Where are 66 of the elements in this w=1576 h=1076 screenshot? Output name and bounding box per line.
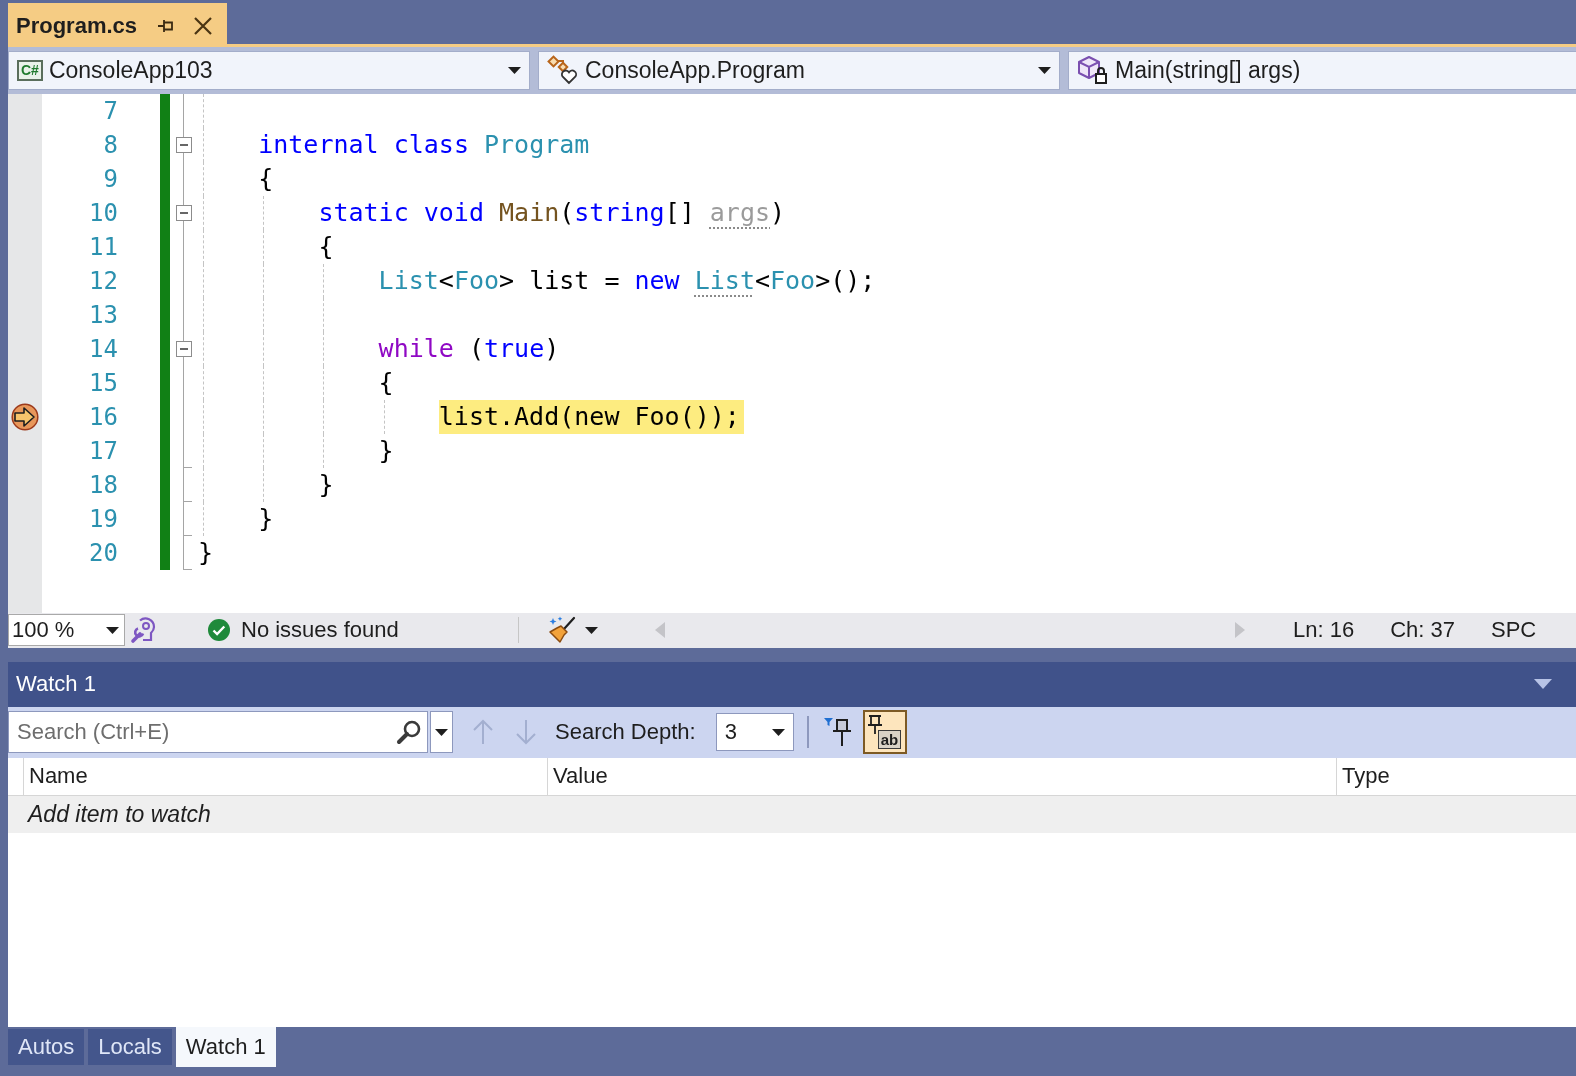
column-header: Type [1342, 763, 1390, 790]
collapse-icon[interactable] [175, 204, 192, 221]
line-number: 9 [103, 164, 118, 193]
broom-icon [547, 616, 577, 645]
add-watch-row[interactable]: Add item to watch [8, 795, 1576, 833]
line-number: 13 [89, 300, 118, 329]
panel-title: Watch 1 [16, 671, 96, 698]
zoom-dropdown[interactable]: 100 % [8, 614, 125, 647]
class-icon [547, 55, 579, 86]
line-number: 15 [89, 368, 118, 397]
collapse-icon[interactable] [175, 340, 192, 357]
indentation-mode[interactable]: SPC [1491, 617, 1537, 644]
caret-icon[interactable] [1038, 66, 1051, 74]
check-circle-icon [207, 618, 231, 643]
panel-tab[interactable]: Autos [8, 1029, 85, 1065]
language-badge: C# [17, 59, 43, 81]
code-line: } [258, 502, 274, 535]
column-position: Ch: 37 [1390, 617, 1455, 644]
cube-lock-icon [1077, 55, 1109, 86]
close-icon[interactable] [193, 16, 214, 36]
caret-icon[interactable] [585, 626, 598, 634]
line-number: 8 [103, 130, 118, 159]
search-icon[interactable] [396, 719, 422, 746]
code-line: } [198, 536, 214, 569]
code-line: while (true) [378, 332, 560, 365]
line-number: 18 [89, 470, 118, 499]
line-number: 10 [89, 198, 118, 227]
search-options-button[interactable] [430, 711, 453, 754]
code-line: static void Main(string[] args) [318, 196, 786, 229]
column-header: Name [29, 763, 88, 790]
code-line: { [318, 230, 334, 263]
search-field[interactable]: Search (Ctrl+E) [8, 711, 428, 754]
line-number: 16 [89, 402, 118, 431]
navigation-dropdown[interactable]: Main(string[] args) [1068, 50, 1576, 90]
code-line: } [318, 468, 334, 501]
pin-icon [866, 715, 883, 736]
code-line: { [378, 366, 394, 399]
code-line: { [258, 162, 274, 195]
navigation-dropdown[interactable]: ConsoleApp.Program [538, 50, 1060, 90]
line-number: 19 [89, 504, 118, 533]
line-number: 17 [89, 436, 118, 465]
caret-icon[interactable] [771, 728, 785, 736]
line-position: Ln: 16 [1293, 617, 1355, 644]
caret-icon[interactable] [435, 728, 448, 736]
line-number: 12 [89, 266, 118, 295]
pin-filter-icon [823, 717, 852, 748]
document-tab[interactable]: Program.cs [8, 3, 228, 44]
pin-text-toggle[interactable]: ab [862, 710, 907, 755]
collapse-icon[interactable] [175, 136, 192, 153]
code-line: List<Foo> list = new List<Foo>(); [378, 264, 876, 297]
navigation-dropdown[interactable]: C# ConsoleApp103 [8, 50, 530, 90]
column-header: Value [553, 763, 608, 790]
code-line: internal class Program [258, 128, 590, 161]
caret-icon[interactable] [508, 66, 521, 74]
code-line: } [378, 434, 394, 467]
panel-tab[interactable]: Locals [88, 1029, 172, 1065]
search-depth-dropdown[interactable]: 3 [715, 713, 794, 752]
panel-tab[interactable]: Watch 1 [175, 1027, 276, 1067]
line-number: 11 [89, 232, 118, 261]
caret-icon[interactable] [106, 626, 119, 634]
wrench-icon[interactable] [130, 616, 156, 645]
line-number: 7 [103, 96, 118, 125]
line-number: 14 [89, 334, 118, 363]
issues-status[interactable]: No issues found [241, 617, 399, 644]
line-number: 20 [89, 538, 118, 567]
search-depth-label: Search Depth: [555, 719, 696, 746]
